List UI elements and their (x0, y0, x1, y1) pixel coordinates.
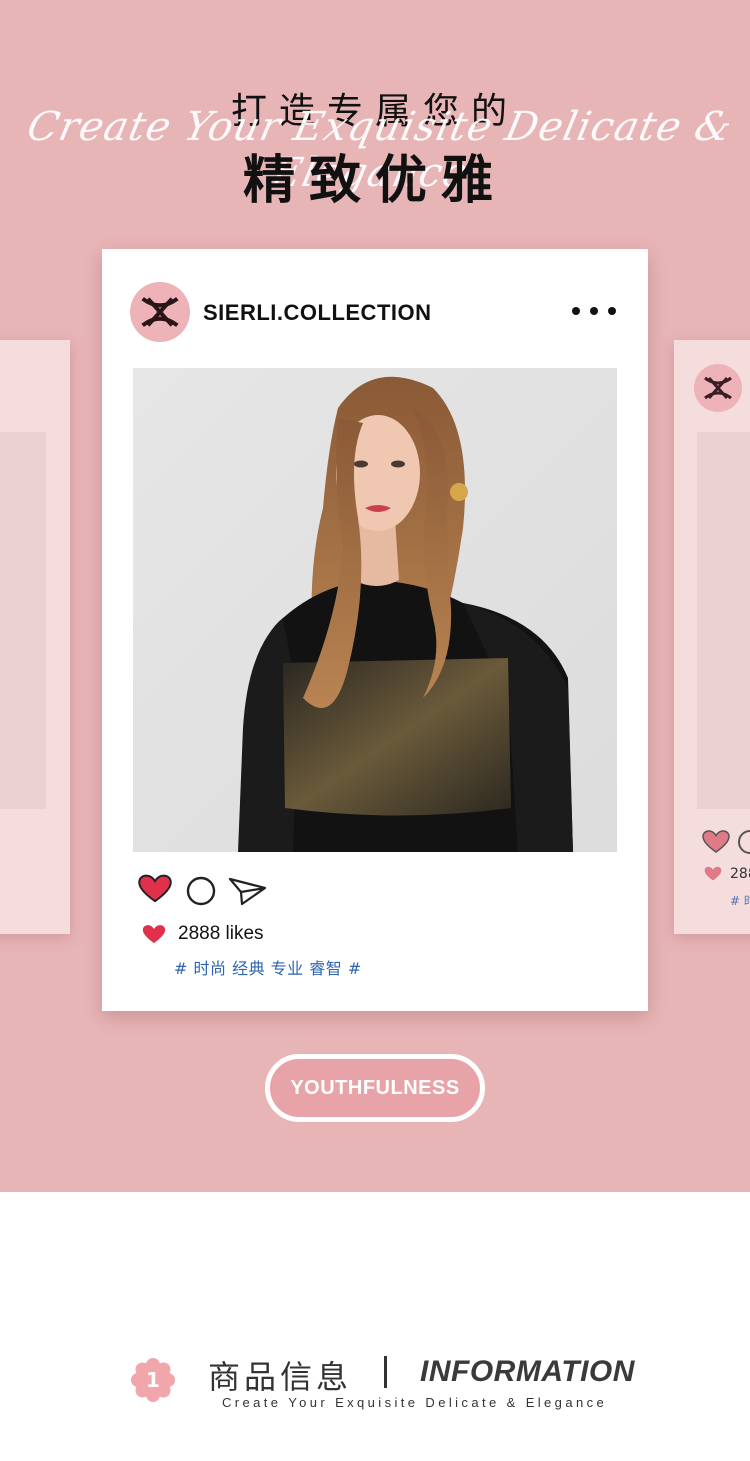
post-photo[interactable] (133, 368, 617, 852)
more-dot-icon (590, 307, 598, 315)
share-icon (228, 877, 267, 906)
brand-logo-icon (141, 297, 179, 327)
info-title-en: INFORMATION (420, 1355, 635, 1388)
post-card: SIERLI.COLLECTION 2888 likes # 时尚 经典 专业 … (102, 249, 648, 1011)
side-comment-icon (738, 830, 750, 854)
title-line-2: 精致优雅 (242, 151, 507, 211)
side-tags: # 时 (730, 894, 750, 908)
more-dot-icon (608, 307, 616, 315)
youthfulness-label: YOUTHFULNESS (290, 1076, 460, 1099)
side-card-left[interactable] (0, 340, 70, 934)
likes-count: 2888 likes (178, 923, 264, 944)
more-dot-icon (572, 307, 580, 315)
side-like-heart-icon (704, 866, 722, 881)
model-photo-illustration (133, 368, 617, 852)
brand-logo-icon (704, 376, 732, 400)
like-button[interactable] (138, 874, 172, 908)
likes-row: 2888 likes (142, 921, 264, 947)
info-subtitle: Create Your Exquisite Delicate & Eleganc… (222, 1395, 608, 1410)
account-name[interactable]: SIERLI.COLLECTION (203, 300, 432, 326)
info-title-cn: 商品信息 (208, 1358, 353, 1396)
side-card-brand-logo (694, 364, 742, 412)
number-flower-icon: 1 (131, 1358, 175, 1402)
side-card-left-photo (0, 432, 46, 809)
heart-icon (138, 874, 172, 903)
comment-icon (186, 876, 216, 906)
side-card-right-photo (697, 432, 750, 809)
side-likes-count: 288 (730, 866, 750, 882)
youthfulness-badge: YOUTHFULNESS (265, 1054, 485, 1122)
side-card-right[interactable]: 288 # 时 (674, 340, 750, 934)
section-number: 1 (146, 1368, 160, 1392)
hero-section: 打造专属您的 Create Your Exquisite Delicate & … (0, 0, 750, 1192)
more-options-button[interactable] (572, 301, 616, 321)
share-button[interactable] (228, 876, 268, 910)
comment-button[interactable] (186, 876, 216, 910)
side-heart-icon (702, 830, 730, 853)
hashtags[interactable]: # 时尚 经典 专业 睿智 # (174, 955, 362, 979)
info-divider (384, 1356, 387, 1388)
likes-heart-icon (142, 924, 166, 943)
avatar[interactable] (130, 282, 190, 342)
